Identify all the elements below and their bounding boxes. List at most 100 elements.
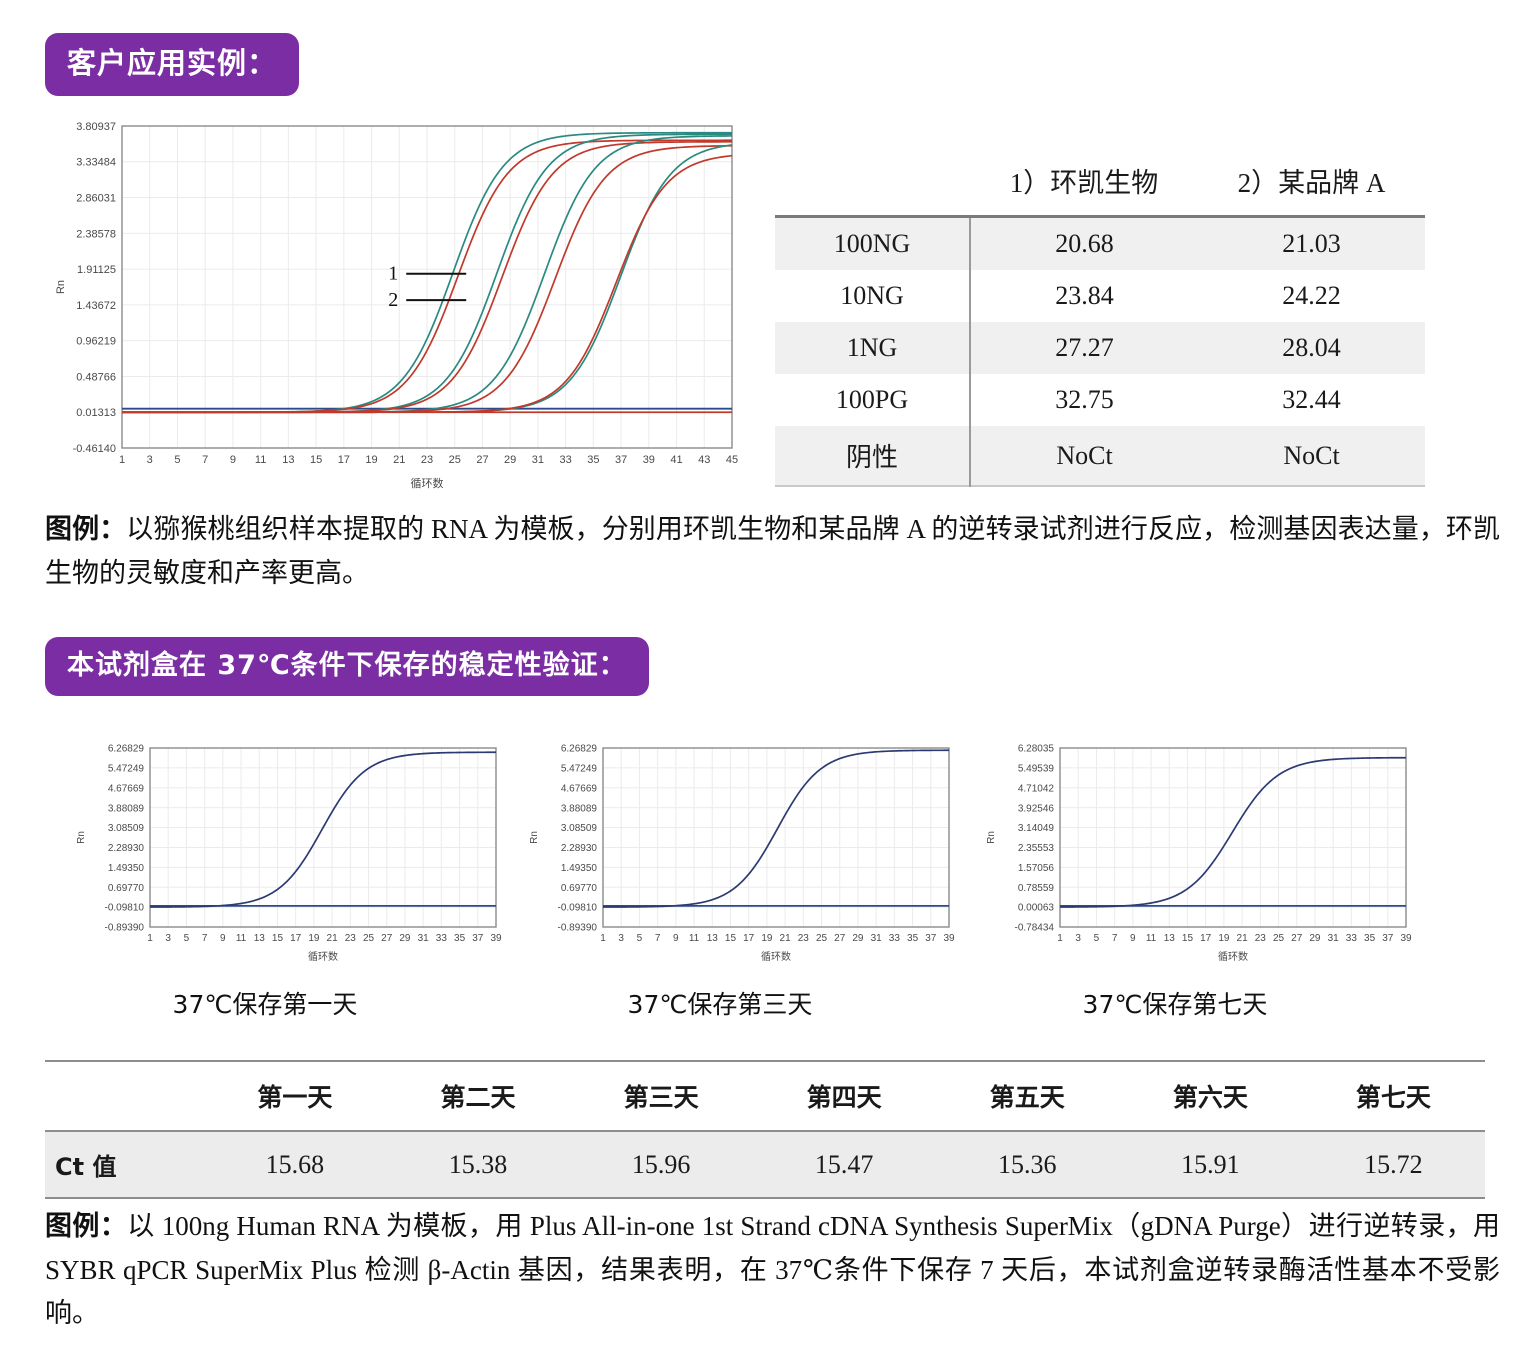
x-tick-label: 37 xyxy=(925,933,937,944)
x-tick-label: 19 xyxy=(761,933,773,944)
y-tick-label: 0.69770 xyxy=(561,883,598,894)
x-tick-label: 7 xyxy=(655,933,661,944)
cell-brand-a: NoCt xyxy=(1283,440,1340,470)
x-tick-label: 7 xyxy=(202,933,208,944)
y-tick-label: -0.89390 xyxy=(558,923,598,934)
table-row: 阴性 NoCt NoCt xyxy=(775,426,1425,486)
x-tick-label: 39 xyxy=(490,933,502,944)
ct-table-corner xyxy=(45,1061,203,1131)
x-tick-label: 1 xyxy=(1057,933,1063,944)
x-tick-label: 11 xyxy=(1146,933,1157,944)
x-tick-label: 31 xyxy=(532,454,544,466)
stability-day3-svg: 6.26829 5.47249 4.67669 3.88089 3.08509 2.289… xyxy=(525,740,959,963)
curve-annotation-1: 1 xyxy=(388,263,398,285)
y-tick-label: 5.47249 xyxy=(108,763,145,774)
cell-huankai: 32.75 xyxy=(1055,385,1114,414)
x-tick-label: 25 xyxy=(1273,933,1285,944)
x-tick-label: 17 xyxy=(743,933,755,944)
x-tick-label: 1 xyxy=(600,933,606,944)
table-col-sample xyxy=(775,150,970,217)
x-tick-label: 33 xyxy=(436,933,448,944)
x-tick-label: 9 xyxy=(220,933,226,944)
x-tick-label: 35 xyxy=(587,454,599,466)
stability-chart-label-day7: 37℃保存第七天 xyxy=(1082,990,1268,1019)
x-axis-label: 循环数 xyxy=(1218,950,1248,963)
y-tick-label: 3.33484 xyxy=(76,157,116,169)
ct-value-cell: 15.38 xyxy=(448,1149,508,1179)
ct-col-header: 第一天 xyxy=(257,1083,333,1112)
x-tick-label: 9 xyxy=(673,933,679,944)
y-tick-label: 0.48766 xyxy=(76,371,116,383)
x-tick-label: 41 xyxy=(670,454,682,466)
y-axis-label: Rn xyxy=(529,831,540,844)
x-tick-label: 15 xyxy=(1182,933,1194,944)
cell-brand-a: 32.44 xyxy=(1282,385,1341,414)
y-tick-label: 4.71042 xyxy=(1018,783,1055,794)
x-tick-label: 27 xyxy=(1291,933,1303,944)
y-tick-label: -0.09810 xyxy=(558,903,598,914)
stability-day1-svg: 6.26829 5.47249 4.67669 3.88089 3.08509 2.289… xyxy=(72,740,506,963)
ct-value-cell: 15.91 xyxy=(1181,1149,1240,1179)
x-tick-label: 29 xyxy=(399,933,411,944)
y-tick-label: 5.49539 xyxy=(1018,763,1055,774)
y-tick-label: 2.86031 xyxy=(76,193,116,205)
x-tick-label: 19 xyxy=(1218,933,1230,944)
x-tick-label: 33 xyxy=(1346,933,1358,944)
y-axis-label: Rn xyxy=(55,280,67,294)
ct-col-header: 第五天 xyxy=(989,1083,1065,1112)
x-tick-label: 11 xyxy=(255,454,266,466)
ct-col-header: 第七天 xyxy=(1355,1083,1431,1112)
y-tick-label: -0.09810 xyxy=(105,903,145,914)
x-tick-label: 11 xyxy=(689,933,700,944)
ct-table-value-row: Ct 值 15.68 15.38 15.96 15.47 15.36 15.91 15.72 xyxy=(45,1131,1485,1198)
x-tick-label: 9 xyxy=(230,454,236,466)
cell-sample: 100NG xyxy=(775,216,971,270)
x-tick-label: 3 xyxy=(618,933,624,944)
x-tick-label: 3 xyxy=(1075,933,1081,944)
y-tick-label: 3.80937 xyxy=(76,121,116,133)
ct-value-cell: 15.96 xyxy=(631,1149,691,1179)
x-tick-label: 43 xyxy=(698,454,710,466)
x-tick-label: 13 xyxy=(1164,933,1176,944)
x-tick-label: 23 xyxy=(1255,933,1267,944)
y-tick-label: 2.28930 xyxy=(108,843,145,854)
y-tick-label: 1.49350 xyxy=(108,863,145,874)
x-tick-label: 21 xyxy=(1237,933,1249,944)
y-tick-label: 6.26829 xyxy=(108,744,145,755)
x-tick-label: 27 xyxy=(834,933,846,944)
x-tick-label: 23 xyxy=(798,933,810,944)
y-tick-label: 1.49350 xyxy=(561,863,598,874)
table-row: 100NG 20.68 21.03 xyxy=(775,216,1425,270)
y-tick-label: -0.78434 xyxy=(1015,923,1055,934)
section-badge-stability: 本试剂盒在 37℃条件下保存的稳定性验证： xyxy=(45,637,649,696)
cell-brand-a: 21.03 xyxy=(1282,229,1341,258)
y-tick-label: 2.35553 xyxy=(1018,843,1055,854)
ct-col-header: 第二天 xyxy=(440,1083,516,1112)
x-tick-label: 35 xyxy=(907,933,919,944)
x-tick-label: 9 xyxy=(1130,933,1136,944)
cell-sample: 100PG xyxy=(775,374,971,426)
x-tick-label: 17 xyxy=(338,454,350,466)
x-tick-label: 25 xyxy=(363,933,375,944)
table-header-row: 1）环凯生物 2）某品牌 A xyxy=(775,150,1425,217)
y-tick-label: 0.01313 xyxy=(76,407,116,419)
y-tick-label: 3.92546 xyxy=(1018,803,1055,814)
x-tick-label: 31 xyxy=(871,933,883,944)
x-tick-label: 35 xyxy=(454,933,466,944)
x-tick-label: 11 xyxy=(236,933,247,944)
ct-value-cell: 15.72 xyxy=(1364,1149,1423,1179)
x-tick-label: 21 xyxy=(393,454,405,466)
y-tick-label: 5.47249 xyxy=(561,763,598,774)
x-tick-label: 3 xyxy=(147,454,153,466)
x-tick-label: 25 xyxy=(816,933,828,944)
cell-huankai: 27.27 xyxy=(1055,333,1114,362)
y-tick-label: 3.08509 xyxy=(108,823,145,834)
x-tick-label: 1 xyxy=(119,454,125,466)
y-tick-label: -0.89390 xyxy=(105,923,145,934)
x-tick-label: 37 xyxy=(1382,933,1394,944)
x-tick-label: 39 xyxy=(943,933,955,944)
stability-chart-day3: 6.26829 5.47249 4.67669 3.88089 3.08509 2.289… xyxy=(525,740,959,963)
amplification-comparison-svg: 3.80937 3.33484 2.86031 2.38578 1.91125 1.436… xyxy=(52,118,742,490)
cell-sample: 阴性 xyxy=(775,426,971,486)
caption-1-text: 以猕猴桃组织样本提取的 RNA 为模板，分别用环凯生物和某品牌 A 的逆转录试剂… xyxy=(45,514,1501,588)
